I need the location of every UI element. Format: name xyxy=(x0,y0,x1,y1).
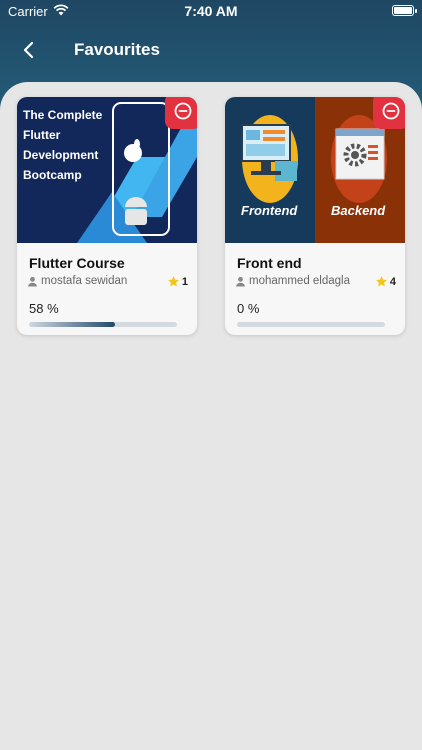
thumbnail-text-line: Development xyxy=(23,148,99,162)
course-author: mohammed eldagla xyxy=(235,275,350,287)
course-title: Flutter Course xyxy=(29,255,125,271)
back-button[interactable] xyxy=(16,38,42,62)
progress-percent: 58 % xyxy=(29,301,59,316)
course-rating: 4 xyxy=(375,275,396,288)
star-icon xyxy=(375,276,387,287)
progress-percent: 0 % xyxy=(237,301,260,316)
battery-icon xyxy=(392,5,417,16)
person-icon xyxy=(236,276,245,286)
thumbnail-text-line: Flutter xyxy=(23,128,61,142)
remove-favourite-button[interactable] xyxy=(165,97,197,129)
progress-bar xyxy=(237,322,385,327)
thumbnail-text-line: The Complete xyxy=(23,108,103,122)
page-title: Favourites xyxy=(74,40,160,59)
thumbnail-label-frontend: Frontend xyxy=(241,203,298,218)
progress-bar-fill xyxy=(29,322,115,327)
clock: 7:40 AM xyxy=(184,3,238,19)
minus-circle-icon xyxy=(174,102,192,120)
course-card[interactable]: Frontend Backend Front end mohammed elda… xyxy=(225,97,405,335)
course-rating: 1 xyxy=(167,275,188,288)
minus-circle-icon xyxy=(382,102,400,120)
star-icon xyxy=(167,276,179,287)
course-author: mostafa sewidan xyxy=(27,275,127,287)
thumbnail-label-backend: Backend xyxy=(331,203,386,218)
progress-bar xyxy=(29,322,177,327)
rating-value: 4 xyxy=(389,275,396,288)
thumbnail-text-line: Bootcamp xyxy=(23,168,82,182)
author-name: mohammed eldagla xyxy=(249,275,351,287)
rating-value: 1 xyxy=(181,275,188,288)
chevron-left-icon xyxy=(23,41,34,59)
remove-favourite-button[interactable] xyxy=(373,97,405,129)
course-card[interactable]: The Complete Flutter Development Bootcam… xyxy=(17,97,197,335)
person-icon xyxy=(28,276,37,286)
author-name: mostafa sewidan xyxy=(41,275,128,287)
status-bar: Carrier 7:40 AM xyxy=(0,0,422,22)
course-title: Front end xyxy=(237,255,302,271)
